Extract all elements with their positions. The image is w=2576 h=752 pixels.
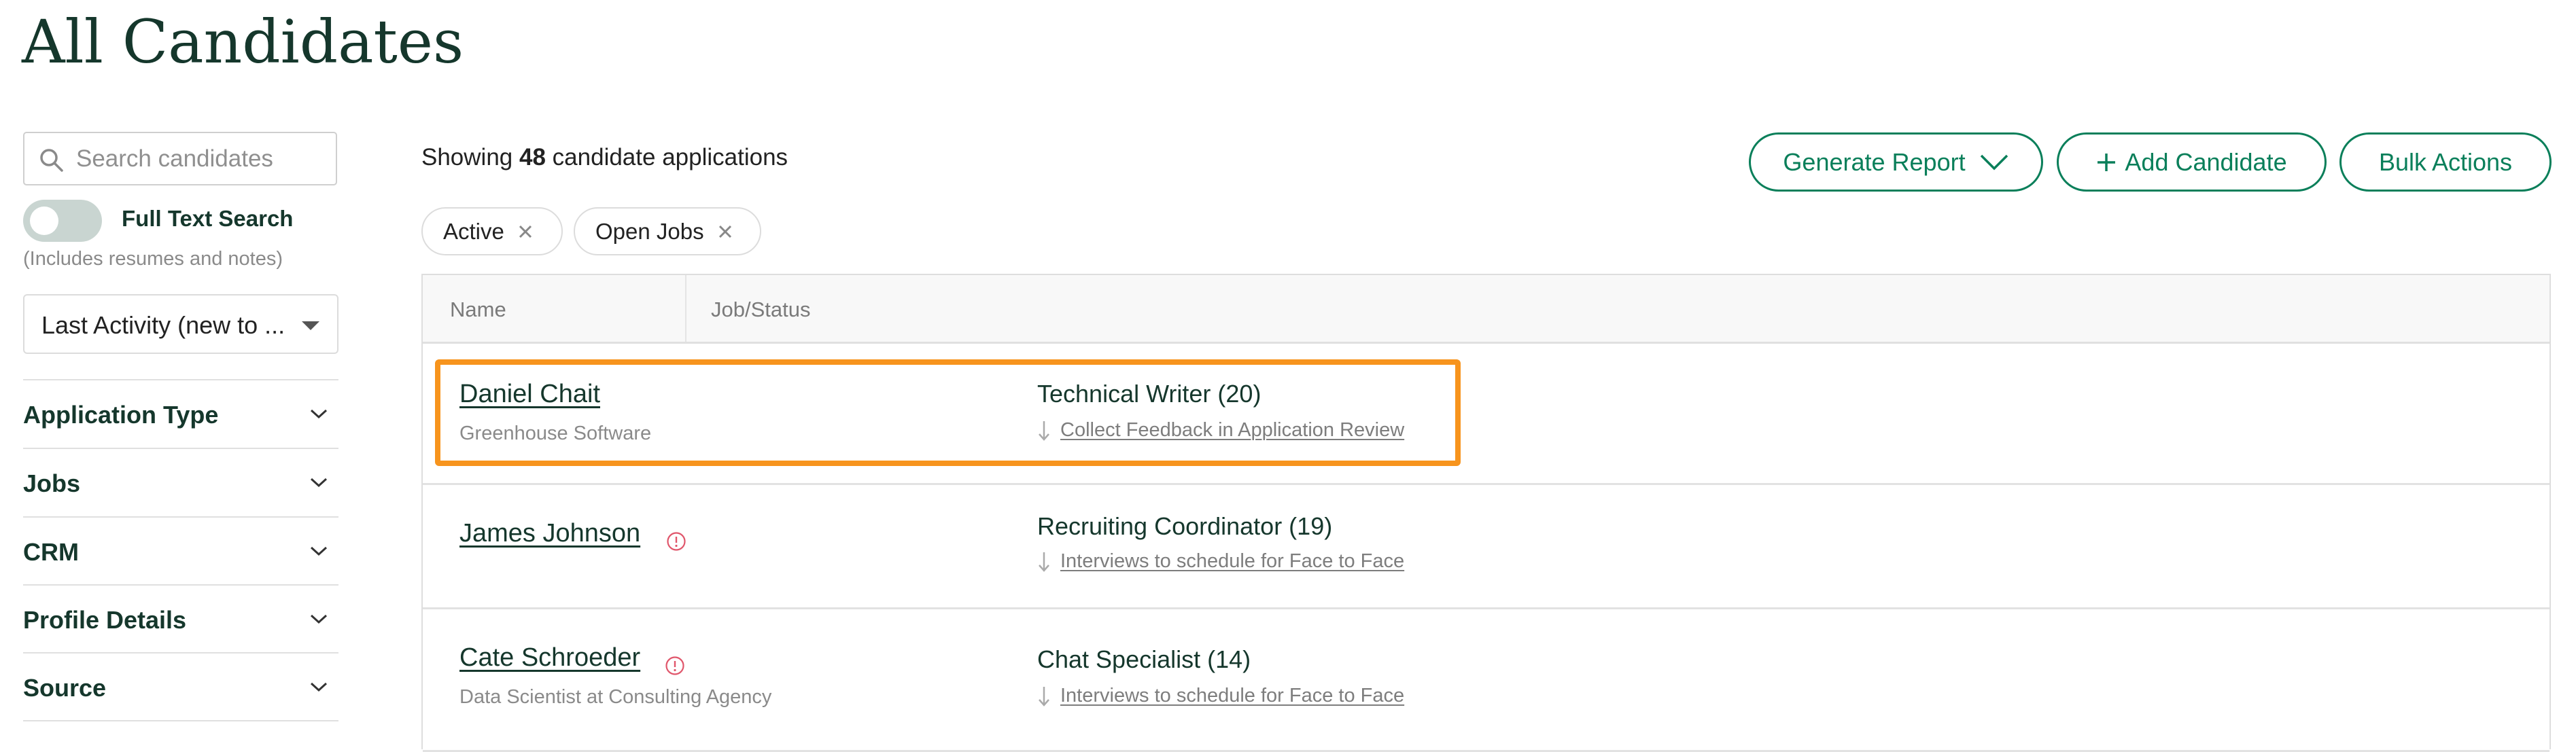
facet-profile-details[interactable]: Profile Details — [23, 584, 338, 653]
job-title: Chat Specialist (14) — [1037, 645, 1251, 673]
search-input[interactable] — [76, 133, 328, 184]
full-text-search-hint: (Includes resumes and notes) — [23, 248, 283, 270]
toggle-knob — [30, 207, 58, 235]
candidate-subtitle: Greenhouse Software — [459, 423, 652, 444]
table-header: Name Job/Status — [423, 275, 2549, 344]
arrow-down-icon — [1039, 420, 1049, 441]
candidates-table: Name Job/Status Daniel Chait Greenhouse … — [421, 274, 2551, 752]
close-icon[interactable] — [518, 224, 533, 239]
chevron-down-icon — [310, 478, 328, 488]
candidate-name-link[interactable]: Cate Schroeder — [459, 643, 640, 673]
table-row[interactable]: James Johnson Recruiting Coordinator (19… — [423, 485, 2549, 609]
facet-label: Profile Details — [23, 606, 187, 634]
status-link[interactable]: Collect Feedback in Application Review — [1060, 419, 1404, 442]
facet-divider — [23, 720, 338, 721]
facet-label: CRM — [23, 538, 79, 566]
results-suffix: candidate applications — [552, 144, 788, 171]
facet-label: Application Type — [23, 401, 219, 429]
generate-report-label: Generate Report — [1783, 147, 1966, 176]
arrow-down-icon — [1039, 552, 1049, 572]
results-prefix: Showing — [421, 144, 513, 171]
full-text-search-label: Full Text Search — [122, 206, 294, 231]
facet-label: Source — [23, 674, 107, 702]
generate-report-button[interactable]: Generate Report — [1749, 132, 2043, 192]
facet-crm[interactable]: CRM — [23, 516, 338, 585]
chevron-down-icon — [310, 546, 328, 556]
plus-icon — [2098, 153, 2116, 171]
caret-down-icon — [302, 321, 319, 330]
bulk-actions-label: Bulk Actions — [2378, 147, 2513, 176]
filter-chip-label: Active — [443, 218, 504, 244]
table-row[interactable]: Cate Schroeder Data Scientist at Consult… — [423, 609, 2549, 752]
filter-chip-active[interactable]: Active — [421, 207, 563, 255]
search-box[interactable] — [23, 132, 337, 185]
facet-label: Jobs — [23, 469, 81, 497]
candidate-name-link[interactable]: Daniel Chait — [459, 380, 600, 409]
add-candidate-label: Add Candidate — [2125, 147, 2287, 176]
job-title: Recruiting Coordinator (19) — [1037, 512, 1333, 540]
chevron-down-icon — [310, 614, 328, 624]
add-candidate-button[interactable]: Add Candidate — [2057, 132, 2327, 192]
status-link[interactable]: Interviews to schedule for Face to Face — [1060, 550, 1404, 573]
warning-icon — [665, 656, 684, 675]
application-status: Collect Feedback in Application Review — [1037, 419, 1404, 442]
candidate-name-link[interactable]: James Johnson — [459, 519, 640, 548]
column-divider — [685, 275, 686, 342]
warning-icon — [667, 532, 686, 551]
candidate-subtitle: Data Scientist at Consulting Agency — [459, 686, 772, 708]
bulk-actions-button[interactable]: Bulk Actions — [2339, 132, 2552, 192]
page-title: All Candidates — [22, 7, 464, 77]
chevron-down-icon — [1980, 154, 2008, 170]
facet-application-type[interactable]: Application Type — [23, 379, 338, 448]
status-link[interactable]: Interviews to schedule for Face to Face — [1060, 685, 1404, 707]
facet-jobs[interactable]: Jobs — [23, 448, 338, 516]
job-title: Technical Writer (20) — [1037, 380, 1261, 408]
sort-select[interactable]: Last Activity (new to ... — [23, 294, 338, 354]
sort-select-value: Last Activity (new to ... — [41, 311, 285, 339]
filter-chip-open-jobs[interactable]: Open Jobs — [574, 207, 761, 255]
column-header-name[interactable]: Name — [450, 298, 506, 322]
search-icon — [40, 149, 63, 172]
full-text-search-toggle[interactable] — [23, 200, 102, 242]
facet-source[interactable]: Source — [23, 652, 338, 721]
chevron-down-icon — [310, 409, 328, 419]
results-summary: Showing 48 candidate applications — [421, 144, 788, 171]
table-row[interactable]: Daniel Chait Greenhouse Software Technic… — [423, 344, 2549, 485]
column-header-job-status[interactable]: Job/Status — [711, 298, 810, 322]
application-status: Interviews to schedule for Face to Face — [1037, 550, 1404, 573]
chevron-down-icon — [310, 682, 328, 692]
filter-chip-label: Open Jobs — [595, 218, 704, 244]
arrow-down-icon — [1039, 686, 1049, 706]
application-status: Interviews to schedule for Face to Face — [1037, 685, 1404, 707]
results-count: 48 — [519, 144, 546, 171]
close-icon[interactable] — [718, 224, 733, 239]
